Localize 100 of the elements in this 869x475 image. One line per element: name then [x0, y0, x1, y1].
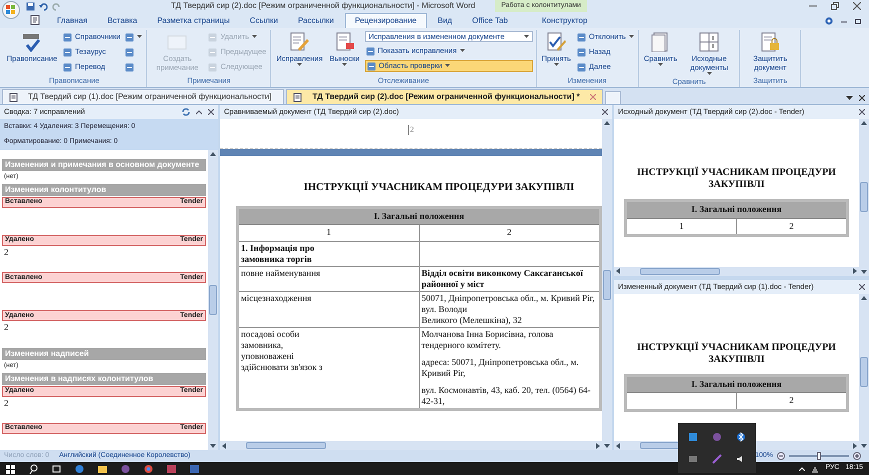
small-tool-icon: [125, 62, 134, 72]
small-tool-icon: [63, 48, 72, 56]
collapse-icon[interactable]: [196, 109, 202, 115]
caret-icon: [342, 63, 348, 67]
ribbon-tab[interactable]: Разметка страницы: [148, 13, 239, 28]
search-icon[interactable]: [29, 464, 38, 474]
section-header: Изменения надписей: [2, 348, 206, 360]
small-tool-icon: [208, 48, 218, 56]
ribbon-tab[interactable]: Рассылки: [288, 13, 343, 28]
small-tool-icon: [125, 48, 134, 56]
document-heading: ІНСТРУКЦІЇ УЧАСНИКАМ ПРОЦЕДУРИ ЗАКУПІВЛІ: [636, 342, 837, 366]
caret-icon: [445, 64, 450, 68]
network-icon[interactable]: [811, 464, 820, 472]
feather-icon[interactable]: [712, 454, 722, 464]
slider-thumb[interactable]: [817, 452, 821, 460]
tool-icon: [545, 32, 568, 52]
windows-icon[interactable]: [6, 464, 15, 474]
change-text: 2: [3, 321, 10, 334]
close-icon[interactable]: [208, 109, 214, 115]
refresh-icon[interactable]: [182, 108, 190, 116]
vertical-scrollbar[interactable]: [208, 150, 218, 450]
document-heading: ІНСТРУКЦІЇ УЧАСНИКАМ ПРОЦЕДУРИ ЗАКУПІВЛІ: [636, 167, 837, 191]
close-icon[interactable]: [853, 2, 861, 10]
ribbon-tab[interactable]: Конструктор: [532, 13, 596, 28]
app-icon[interactable]: [688, 432, 698, 442]
chevron-up-icon[interactable]: [799, 466, 806, 470]
scroll-thumb[interactable]: [640, 268, 720, 274]
small-tool-icon: [208, 32, 218, 42]
tool-button[interactable]: [124, 31, 144, 43]
browser-icon[interactable]: [144, 464, 153, 474]
folder-icon[interactable]: [98, 464, 107, 474]
vertical-scrollbar[interactable]: [602, 119, 612, 450]
section-header: Изменения и примечания в основном документе: [2, 159, 206, 171]
caret-icon: [524, 34, 529, 38]
table-cell-text: місцезнаходження: [241, 292, 312, 304]
browser-icon[interactable]: [75, 464, 84, 474]
help-icon[interactable]: [825, 17, 833, 25]
restore-icon[interactable]: [831, 2, 839, 10]
horizontal-scrollbar[interactable]: [220, 441, 602, 450]
ribbon-tab[interactable]: Вид: [428, 13, 462, 28]
scroll-up-icon: [861, 296, 867, 300]
caret-icon: [554, 63, 559, 67]
small-tool-icon: [63, 32, 72, 42]
small-tool-icon: [576, 32, 586, 42]
caret-icon: [706, 72, 712, 76]
ribbon-tab[interactable]: Главная: [48, 13, 96, 28]
close-icon[interactable]: [859, 94, 865, 100]
small-tool-icon: [125, 32, 134, 42]
scroll-right-icon: [596, 442, 600, 448]
messenger-icon[interactable]: [712, 432, 722, 442]
scroll-right-icon: [853, 268, 857, 274]
vertical-scrollbar[interactable]: [859, 294, 869, 450]
horizontal-scrollbar[interactable]: [614, 266, 859, 276]
scroll-thumb[interactable]: [209, 285, 217, 315]
document-icon[interactable]: [30, 15, 40, 25]
table-cell-text: посадові особи замовника, уповноважені здійснювати зв'язок з: [241, 328, 324, 373]
scroll-down-icon: [210, 444, 216, 448]
vertical-scrollbar[interactable]: [859, 119, 869, 276]
ribbon-tab[interactable]: Office Tab: [463, 13, 517, 28]
bluetooth-icon[interactable]: [736, 432, 746, 442]
restore-icon[interactable]: [855, 18, 861, 24]
caret-icon: [252, 35, 258, 39]
small-tool-icon: [576, 62, 586, 72]
document-tab[interactable]: ТД Твердий сир (1).doc [Режим ограниченной функциональности]: [2, 89, 284, 104]
scroll-thumb[interactable]: [860, 356, 868, 387]
table-section-header: І. Загальні положення: [626, 375, 848, 392]
table-cell: 1: [238, 224, 419, 242]
caret-icon: [460, 49, 465, 53]
close-icon[interactable]: [859, 109, 865, 115]
zoom-in-icon[interactable]: [853, 452, 861, 460]
small-tool-icon: [63, 62, 72, 72]
small-tool-icon: [366, 46, 375, 56]
dropdown-icon[interactable]: [846, 94, 853, 101]
scroll-thumb[interactable]: [246, 442, 326, 449]
app-icon[interactable]: [167, 464, 176, 474]
close-icon[interactable]: [859, 284, 865, 290]
scroll-down-icon: [861, 270, 867, 274]
tool-icon: [21, 32, 43, 52]
zoom-out-icon[interactable]: [777, 452, 785, 460]
save-icon[interactable]: [26, 2, 35, 10]
undo-icon[interactable]: [39, 2, 48, 10]
scroll-left-icon: [222, 442, 226, 448]
monitor-icon[interactable]: [688, 454, 698, 464]
ribbon-tab[interactable]: Вставка: [98, 13, 146, 28]
document-icon: [293, 92, 302, 102]
tool-icon: [334, 32, 356, 52]
close-icon[interactable]: [602, 109, 608, 115]
tool-icon: [759, 32, 782, 52]
scroll-thumb[interactable]: [603, 270, 611, 300]
ribbon-tab[interactable]: Ссылки: [240, 13, 287, 28]
document-heading: ІНСТРУКЦІЇ УЧАСНИКАМ ПРОЦЕДУРИ ЗАКУПІВЛІ: [302, 180, 576, 195]
small-tool-icon: [208, 62, 218, 72]
task-view-icon[interactable]: [52, 464, 61, 474]
ribbon-tab[interactable]: Рецензирование: [344, 13, 427, 28]
messenger-icon[interactable]: [121, 464, 130, 474]
scroll-thumb[interactable]: [860, 182, 868, 212]
word-icon[interactable]: [190, 464, 199, 474]
caret-icon: [296, 63, 302, 67]
document-tab[interactable]: ТД Твердий сир (2).doc [Режим ограниченной функциональности] *: [286, 89, 603, 104]
scroll-down-icon: [861, 444, 867, 448]
